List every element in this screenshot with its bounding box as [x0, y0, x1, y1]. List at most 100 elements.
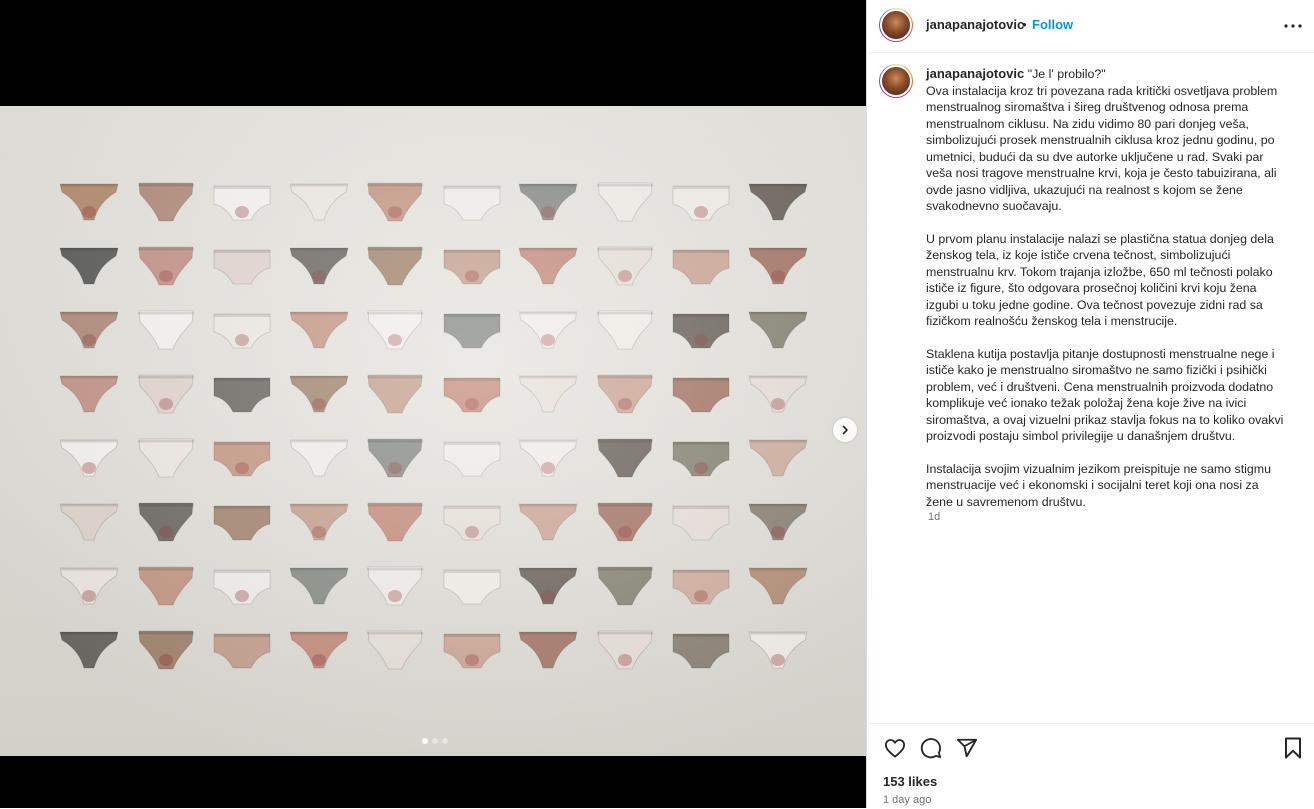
underwear-item [443, 313, 500, 349]
underwear-item [672, 569, 730, 605]
underwear-item [59, 567, 119, 605]
underwear-item [596, 310, 653, 350]
underwear-item [137, 438, 194, 478]
underwear-item [213, 569, 271, 605]
avatar[interactable] [879, 8, 913, 42]
underwear-item [367, 310, 423, 350]
underwear-item [367, 374, 423, 414]
underwear-item [213, 441, 271, 477]
caption-username[interactable]: janapanajotovic [926, 66, 1024, 81]
caption-timestamp[interactable]: 1d [928, 511, 940, 523]
underwear-item [367, 438, 423, 478]
underwear-item [443, 377, 500, 413]
post-date[interactable]: 1 day ago [883, 794, 931, 806]
likes-count[interactable]: 153 likes [883, 774, 937, 789]
underwear-item [596, 374, 653, 414]
underwear-item [672, 377, 730, 413]
carousel-dot [432, 738, 438, 744]
underwear-item [443, 569, 500, 605]
separator-dot: • [1022, 17, 1027, 32]
like-button[interactable] [883, 736, 907, 760]
underwear-item [518, 311, 578, 349]
underwear-item [213, 185, 271, 221]
caption-paragraph-1: Ova instalacija kroz tri povezana rada k… [926, 83, 1278, 214]
underwear-item [596, 566, 653, 606]
underwear-item [518, 439, 578, 477]
photo-shade [0, 106, 866, 756]
underwear-item [443, 441, 500, 477]
underwear-item [518, 183, 578, 221]
post-media [0, 0, 866, 808]
underwear-item [137, 566, 194, 606]
underwear-item [137, 182, 194, 222]
underwear-item [747, 631, 808, 669]
underwear-item [288, 631, 349, 669]
carousel-dots [422, 738, 448, 744]
underwear-item [288, 311, 349, 349]
underwear-item [518, 631, 578, 669]
caption-avatar[interactable] [879, 64, 913, 98]
caption-paragraph-2: U prvom planu instalacije nalazi se plas… [926, 231, 1274, 329]
underwear-item [672, 249, 730, 285]
underwear-item [518, 503, 578, 541]
underwear-item [288, 183, 349, 221]
underwear-item [747, 375, 808, 413]
caption-paragraph-3: Staklena kutija postavlja pitanje dostup… [926, 346, 1284, 444]
caption-title: "Je l' probilo?" [1027, 67, 1106, 81]
underwear-item [59, 183, 119, 221]
more-options-button[interactable] [1281, 14, 1305, 38]
underwear-item [59, 247, 119, 285]
post-header: janapanajotovic • Follow [867, 0, 1314, 53]
comment-button[interactable] [919, 736, 943, 760]
heart-icon [885, 739, 905, 758]
next-slide-button[interactable] [833, 418, 857, 442]
carousel-dot [422, 738, 428, 744]
underwear-item [672, 441, 730, 477]
underwear-item [59, 311, 119, 349]
underwear-item [672, 505, 730, 541]
underwear-item [137, 310, 194, 350]
underwear-item [747, 439, 808, 477]
save-button[interactable] [1281, 736, 1305, 760]
underwear-item [59, 375, 119, 413]
action-bar: 153 likes 1 day ago [867, 723, 1314, 809]
carousel-dot [442, 738, 448, 744]
underwear-item [288, 247, 349, 285]
post-photo[interactable] [0, 106, 866, 756]
underwear-item [288, 567, 349, 605]
underwear-item [596, 246, 653, 286]
underwear-item [747, 311, 808, 349]
caption-first: janapanajotovic "Je l' probilo?" Ova inst… [926, 66, 1286, 215]
share-icon [956, 738, 978, 758]
underwear-item [137, 630, 194, 670]
underwear-item [443, 185, 500, 221]
caption: janapanajotovic "Je l' probilo?" Ova inst… [926, 66, 1286, 510]
underwear-item [443, 249, 500, 285]
underwear-item [367, 502, 423, 542]
underwear-item [596, 630, 653, 670]
underwear-item [518, 247, 578, 285]
underwear-item [443, 633, 500, 669]
underwear-item [213, 505, 271, 541]
underwear-item [367, 630, 423, 670]
underwear-item [367, 566, 423, 606]
comment-icon [920, 738, 942, 759]
underwear-item [59, 503, 119, 541]
underwear-item [518, 567, 578, 605]
caption-paragraph-4: Instalacija svojim vizualnim jezikom pre… [926, 461, 1272, 509]
underwear-item [213, 377, 271, 413]
share-button[interactable] [955, 736, 979, 760]
follow-button[interactable]: Follow [1032, 17, 1073, 32]
underwear-item [288, 439, 349, 477]
underwear-item [288, 503, 349, 541]
underwear-item [747, 567, 808, 605]
underwear-item [443, 505, 500, 541]
post-side-panel: janapanajotovic • Follow janapanajotovic… [866, 0, 1314, 808]
more-options-icon [1284, 24, 1302, 28]
header-username[interactable]: janapanajotovic [926, 17, 1024, 32]
underwear-item [137, 246, 194, 286]
underwear-item [747, 503, 808, 541]
underwear-item [59, 439, 119, 477]
underwear-item [596, 438, 653, 478]
underwear-item [137, 374, 194, 414]
